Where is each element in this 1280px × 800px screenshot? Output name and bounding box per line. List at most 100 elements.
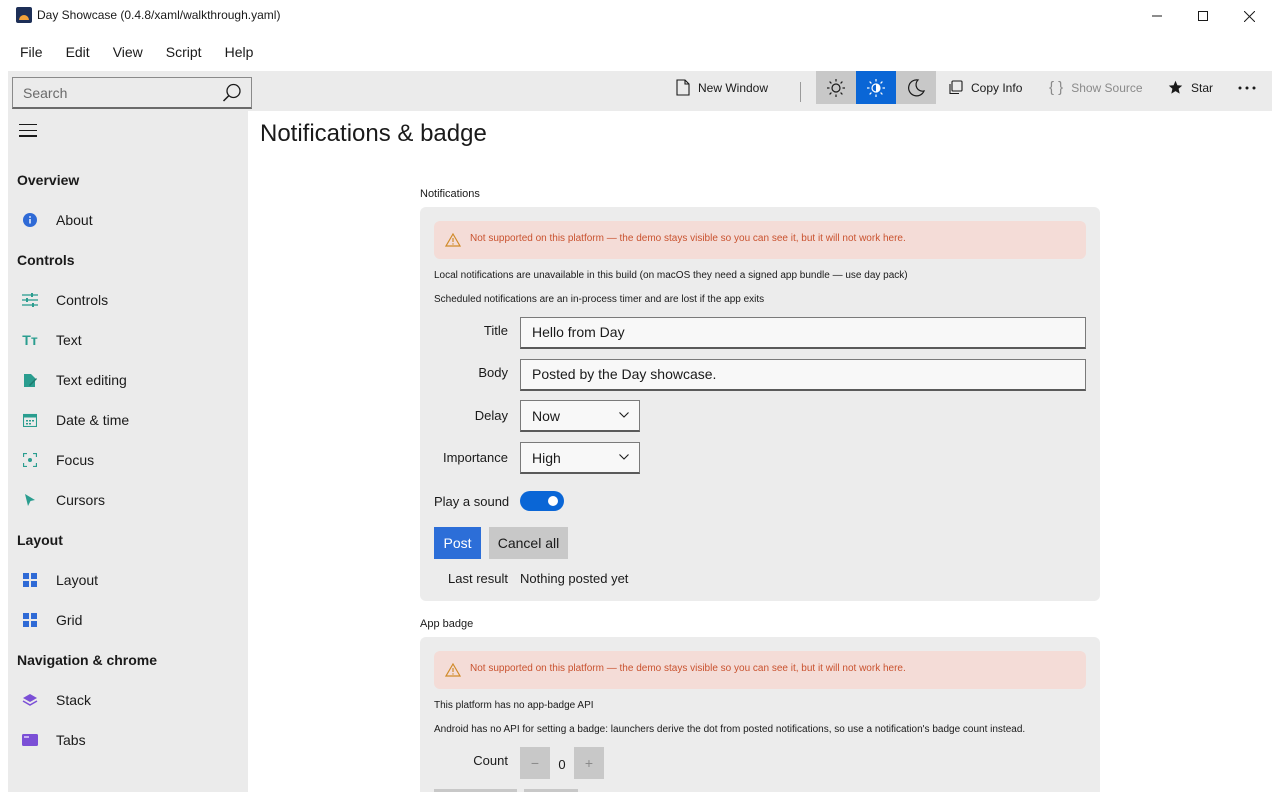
maximize-button[interactable] (1180, 0, 1226, 32)
menu-view[interactable]: View (101, 37, 154, 67)
light-theme-button[interactable] (816, 71, 856, 104)
warning-icon (445, 233, 461, 247)
nav-header-layout: Layout (17, 532, 63, 548)
minimize-button[interactable] (1134, 0, 1180, 32)
close-icon (1243, 10, 1255, 22)
show-source-label: Show Source (1071, 80, 1143, 95)
sidebar-item-layout[interactable]: Layout (8, 562, 248, 598)
count-label: Count (473, 753, 508, 768)
warning-text: Not supported on this platform — the dem… (470, 663, 906, 674)
importance-label: Importance (442, 450, 508, 465)
warning-icon (445, 663, 461, 677)
warning-text: Not supported on this platform — the dem… (470, 233, 906, 244)
chevron-down-icon (619, 412, 629, 418)
notifications-warning-banner: Not supported on this platform — the dem… (434, 221, 1086, 259)
badge-clear-button[interactable] (524, 789, 578, 792)
sun-icon (827, 78, 845, 97)
braces-icon: { } (1049, 79, 1064, 96)
delay-select[interactable]: Now (520, 400, 640, 432)
show-source-button[interactable]: { } Show Source (1049, 71, 1143, 104)
star-icon (1168, 80, 1183, 94)
pen-edit-icon (22, 372, 38, 388)
sidebar-item-stack[interactable]: Stack (8, 682, 248, 718)
sidebar-item-label: Controls (56, 292, 109, 308)
body-field[interactable]: Posted by the Day showcase. (520, 359, 1086, 391)
search-icon[interactable] (222, 83, 242, 103)
sound-toggle-label: Play a sound (434, 494, 510, 509)
new-window-button[interactable]: New Window (676, 71, 768, 104)
star-label: Star (1191, 80, 1214, 95)
sidebar-item-about[interactable]: About (8, 202, 248, 238)
star-button[interactable]: Star (1168, 71, 1213, 104)
minimize-icon (1152, 15, 1162, 17)
cursor-icon (22, 492, 38, 508)
more-icon (1238, 86, 1256, 89)
sidebar-item-text[interactable]: Tт Text (8, 322, 248, 358)
grid-icon (22, 612, 38, 628)
title-field-label: Title (483, 323, 508, 338)
notifications-info-text: Scheduled notifications are an in-proces… (434, 294, 765, 305)
more-options-button[interactable] (1238, 71, 1264, 104)
sidebar-item-focus[interactable]: Focus (8, 442, 248, 478)
notifications-info-text: Local notifications are unavailable in t… (434, 270, 908, 281)
body-field-label: Body (478, 365, 508, 380)
sidebar-item-date-time[interactable]: Date & time (8, 402, 248, 438)
menu-bar: File Edit View Script Help (8, 37, 264, 67)
importance-value: High (532, 450, 561, 466)
search-box[interactable] (12, 77, 252, 109)
text-size-icon: Tт (22, 332, 38, 348)
layout-grid-icon (22, 572, 38, 588)
sidebar-item-text-editing[interactable]: Text editing (8, 362, 248, 398)
sidebar-item-controls[interactable]: Controls (8, 282, 248, 318)
nav-header-overview: Overview (17, 172, 80, 188)
stack-layers-icon (22, 692, 38, 708)
dark-theme-button[interactable] (896, 71, 936, 104)
new-window-label: New Window (698, 80, 769, 95)
last-result-label: Last result (448, 571, 508, 586)
sidebar-item-cursors[interactable]: Cursors (8, 482, 248, 518)
sidebar-item-label: About (56, 212, 93, 228)
delay-value: Now (532, 408, 561, 424)
badge-set-button[interactable] (434, 789, 517, 792)
last-result-value: Nothing posted yet (520, 571, 629, 586)
count-decrement-button[interactable]: − (520, 747, 550, 779)
toggle-knob (548, 496, 558, 506)
nav-header-navigation: Navigation & chrome (17, 652, 158, 668)
menu-help[interactable]: Help (213, 37, 265, 67)
sound-toggle[interactable] (520, 491, 564, 511)
info-icon (22, 212, 38, 228)
sidebar-item-label: Focus (56, 452, 95, 468)
sidebar-item-label: Grid (56, 612, 83, 628)
cancel-all-button[interactable]: Cancel all (489, 527, 568, 559)
menu-script[interactable]: Script (154, 37, 213, 67)
importance-select[interactable]: High (520, 442, 640, 474)
badge-info-text: This platform has no app-badge API (434, 700, 594, 711)
tabs-icon (22, 732, 38, 748)
post-button[interactable]: Post (434, 527, 481, 559)
badge-warning-banner: Not supported on this platform — the dem… (434, 651, 1086, 689)
notifications-section-label: Notifications (420, 188, 480, 200)
calendar-icon (22, 412, 38, 428)
search-input[interactable] (13, 78, 213, 107)
close-button[interactable] (1226, 0, 1272, 32)
nav-header-controls: Controls (17, 252, 75, 268)
copy-info-label: Copy Info (971, 80, 1023, 95)
menu-file[interactable]: File (8, 37, 54, 67)
sidebar-item-label: Layout (56, 572, 99, 588)
sidebar-item-label: Text editing (56, 372, 127, 388)
copy-info-button[interactable]: Copy Info (948, 71, 1022, 104)
title-field[interactable]: Hello from Day (520, 317, 1086, 349)
sidebar-item-tabs[interactable]: Tabs (8, 722, 248, 758)
title-bar: Day Showcase (0.4.8/xaml/walkthrough.yam… (0, 0, 1280, 32)
system-theme-button[interactable] (856, 71, 896, 104)
menu-edit[interactable]: Edit (54, 37, 101, 67)
sidebar-item-grid[interactable]: Grid (8, 602, 248, 638)
count-value: 0 (558, 757, 566, 772)
count-increment-button[interactable]: + (574, 747, 604, 779)
app-logo-icon (16, 7, 32, 23)
sidebar-item-label: Cursors (56, 492, 106, 508)
sidebar-item-label: Date & time (56, 412, 130, 428)
copy-icon (949, 80, 963, 95)
badge-info-text: Android has no API for setting a badge: … (434, 724, 1026, 735)
hamburger-menu-icon[interactable] (19, 124, 37, 138)
